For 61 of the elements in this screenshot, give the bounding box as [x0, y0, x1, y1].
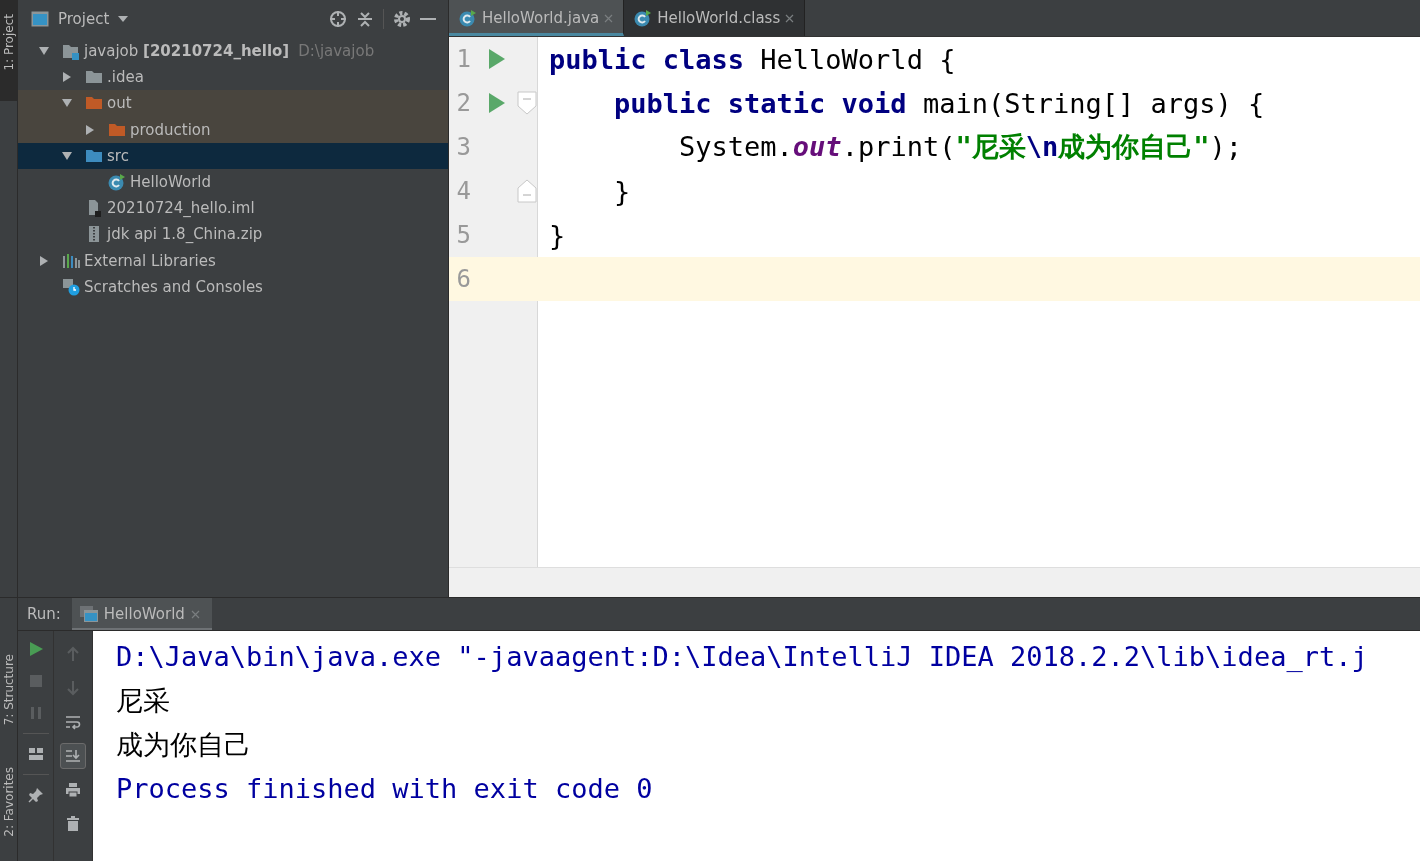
project-icon	[31, 11, 49, 27]
console-icon	[79, 606, 98, 622]
line-number: 6	[455, 265, 472, 293]
tool-window-tab[interactable]: 2: Favorites	[0, 761, 17, 844]
editor-tab[interactable]: HelloWorld.java	[449, 0, 625, 36]
line-number: 4	[455, 177, 472, 205]
console-line: D:\Java\bin\java.exe "-javaagent:D:\Idea\IntelliJ IDEA 2018.2.2\lib\idea_rt.j	[116, 640, 1369, 674]
minimize-icon[interactable]	[420, 17, 436, 21]
collapsed-arrow-icon[interactable]	[84, 123, 96, 136]
print-icon[interactable]	[65, 782, 81, 798]
panel-title[interactable]: Project	[58, 10, 110, 28]
tree-item[interactable]: HelloWorld	[18, 168, 448, 196]
code-line: }	[613, 175, 631, 207]
tree-item[interactable]: src	[18, 142, 448, 169]
line-number: 3	[455, 133, 472, 161]
scroll-to-end-icon[interactable]	[65, 748, 81, 764]
console-line: 成为你自己	[116, 728, 252, 762]
class-icon	[108, 173, 126, 192]
run-icon[interactable]	[27, 641, 44, 657]
libraries-icon	[62, 251, 80, 270]
line-number: 2	[455, 89, 472, 117]
tree-item[interactable]: jdk api 1.8_China.zip	[18, 221, 448, 248]
tree-item[interactable]: .idea	[18, 64, 448, 91]
run-icon[interactable]	[488, 93, 505, 113]
run-icon[interactable]	[488, 49, 505, 69]
tree-item[interactable]: javajob [20210724_hello] D:\javajob	[18, 38, 448, 65]
run-label: Run:	[26, 605, 62, 623]
pin-icon[interactable]	[27, 787, 44, 803]
tree-item[interactable]: production	[18, 116, 448, 143]
editor-tab[interactable]: HelloWorld.class	[624, 0, 806, 36]
settings-icon[interactable]	[393, 10, 411, 28]
close-icon[interactable]	[785, 13, 795, 23]
collapsed-arrow-icon[interactable]	[38, 254, 50, 267]
tool-window-tab[interactable]: 1: Project	[0, 0, 17, 101]
locate-icon[interactable]	[329, 10, 347, 28]
scratches-icon	[62, 277, 80, 296]
class-icon	[634, 9, 653, 27]
expanded-arrow-icon[interactable]	[61, 149, 73, 162]
soft-wrap-icon[interactable]	[65, 714, 81, 730]
collapse-all-icon[interactable]	[356, 10, 374, 28]
line-number: 5	[455, 221, 472, 249]
code-line: public class HelloWorld {	[548, 43, 956, 75]
class-icon	[459, 9, 477, 27]
dropdown-caret-icon[interactable]	[118, 16, 129, 22]
code-line: }	[548, 219, 566, 251]
console-line: Process finished with exit code 0	[116, 772, 654, 806]
tool-window-tab[interactable]: 7: Structure	[0, 648, 17, 732]
console-line: 尼采	[116, 684, 171, 718]
layout-icon[interactable]	[27, 746, 44, 762]
code-line: System.out.print("尼采\n成为你自己");	[678, 130, 1242, 164]
collapsed-arrow-icon[interactable]	[61, 71, 73, 84]
module-icon	[62, 42, 80, 61]
tree-item[interactable]: out	[18, 90, 448, 117]
tree-item[interactable]: External Libraries	[18, 247, 448, 274]
run-tab[interactable]: HelloWorld	[71, 598, 212, 630]
tree-item[interactable]: 20210724_hello.iml	[18, 195, 448, 222]
trash-icon[interactable]	[65, 816, 81, 832]
tree-item[interactable]: Scratches and Consoles	[18, 273, 448, 300]
horizontal-scrollbar[interactable]	[449, 567, 1420, 597]
code-line: public static void main(String[] args) {	[613, 87, 1265, 119]
line-number: 1	[455, 45, 472, 73]
